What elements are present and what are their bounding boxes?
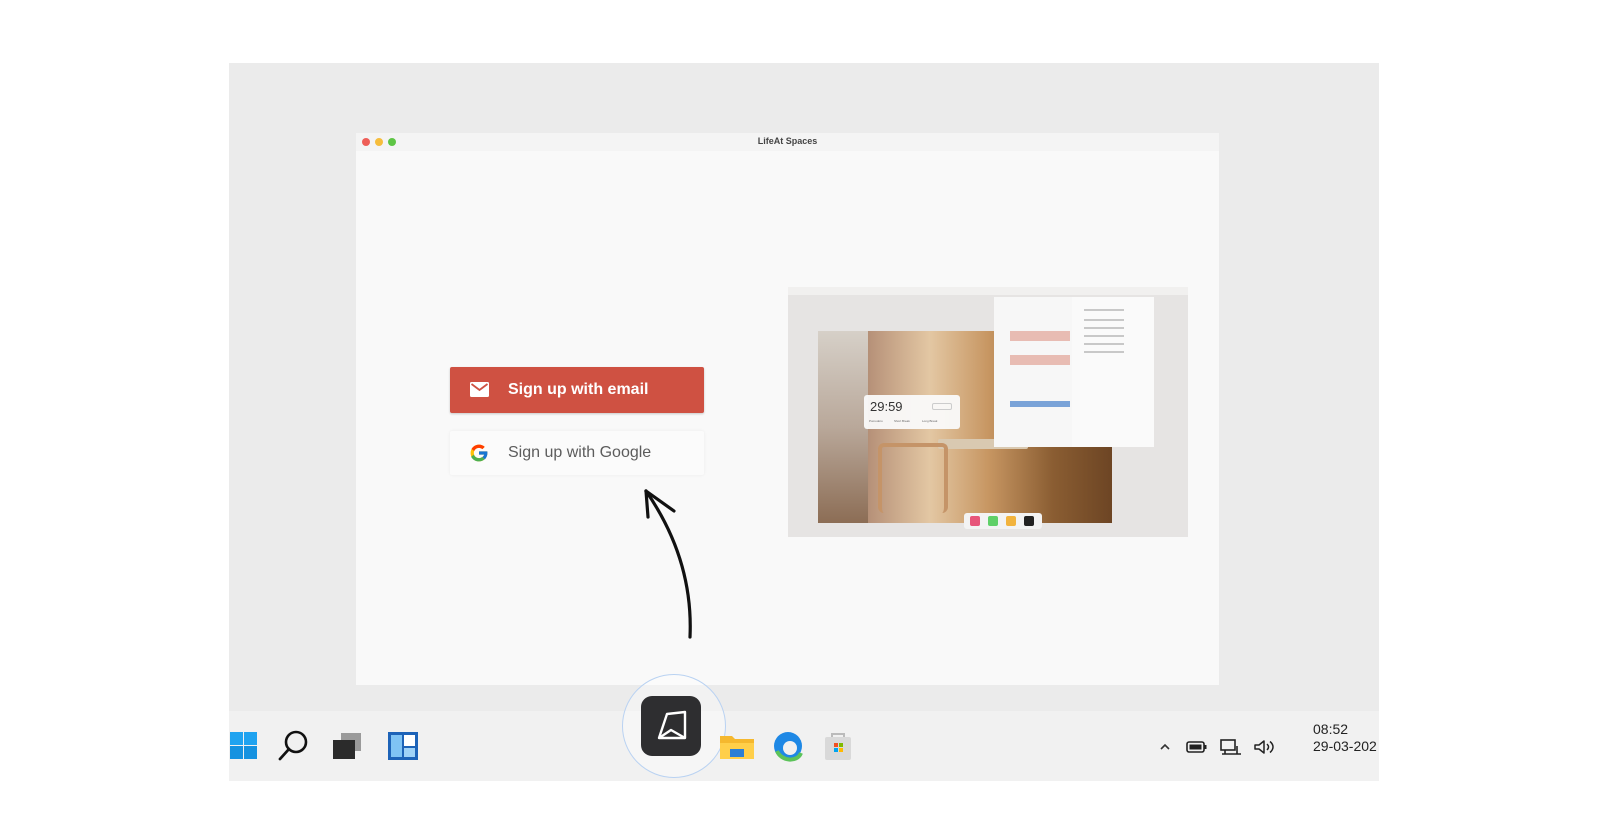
timer-tab: Long Break (922, 419, 938, 423)
clock-date[interactable]: 29-03-202 (1313, 738, 1377, 754)
desktop: LifeAt Spaces Sign up with email Sign up… (229, 63, 1379, 781)
timer-tab: Pomodoro (869, 419, 883, 423)
preview-todo-panel (1072, 297, 1154, 447)
timer-value: 29:59 (870, 399, 903, 414)
volume-icon[interactable] (1253, 738, 1277, 756)
battery-icon[interactable] (1186, 738, 1208, 756)
dock-app-icon (988, 516, 998, 526)
lifeat-logo-icon (657, 710, 687, 740)
preview-menubar (788, 287, 1188, 295)
widgets-icon[interactable] (382, 725, 424, 767)
store-icon[interactable] (817, 725, 859, 767)
signup-email-label: Sign up with email (508, 381, 649, 398)
chevron-up-icon[interactable] (1158, 738, 1172, 756)
edge-browser-icon[interactable] (767, 725, 809, 767)
photo-window (818, 331, 868, 523)
todo-item (1084, 335, 1124, 337)
timer-widget: 29:59 Pomodoro Short Break Long Break (864, 395, 960, 429)
windows-start-icon[interactable] (229, 725, 271, 767)
todo-item (1084, 351, 1124, 353)
photo-chair (878, 443, 948, 513)
calendar-event (1010, 401, 1070, 407)
signup-email-button[interactable]: Sign up with email (450, 367, 704, 413)
preview-dock (964, 513, 1042, 529)
mail-icon (470, 382, 489, 397)
clock-time[interactable]: 08:52 (1313, 721, 1348, 737)
window-title: LifeAt Spaces (757, 136, 818, 146)
signup-google-label: Sign up with Google (508, 444, 652, 461)
file-explorer-icon[interactable] (716, 725, 758, 767)
todo-item (1084, 343, 1124, 345)
todo-item (1084, 327, 1124, 329)
taskbar: 08:52 29-03-202 (229, 674, 1379, 781)
dock-app-icon (970, 516, 980, 526)
timer-start-button (932, 403, 952, 410)
app-preview-image: 29:59 Pomodoro Short Break Long Break (788, 287, 1188, 537)
dock-app-icon (1024, 516, 1034, 526)
window-titlebar: LifeAt Spaces (356, 133, 1219, 151)
todo-item (1084, 319, 1124, 321)
arrow-pointer-icon (644, 489, 692, 639)
dock-app-icon (1006, 516, 1016, 526)
calendar-event (1010, 331, 1070, 341)
app-window: LifeAt Spaces Sign up with email Sign up… (356, 133, 1219, 685)
search-icon[interactable] (272, 725, 314, 767)
network-icon[interactable] (1219, 738, 1243, 756)
calendar-event (1010, 355, 1070, 365)
todo-item (1084, 309, 1124, 311)
signup-google-button[interactable]: Sign up with Google (450, 431, 704, 475)
google-icon (470, 444, 488, 462)
preview-calendar-panel (994, 297, 1072, 447)
lifeat-app-icon[interactable] (641, 696, 701, 756)
task-view-icon[interactable] (327, 725, 369, 767)
timer-tab: Short Break (894, 419, 910, 423)
